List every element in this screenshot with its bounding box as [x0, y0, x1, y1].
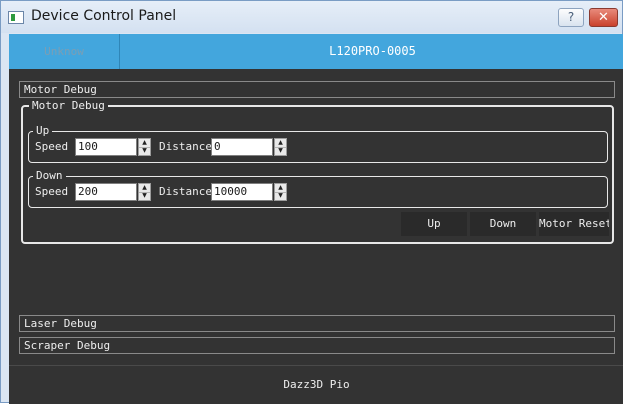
device-control-panel-window: Device Control Panel ? ✕ Unknow L120PRO-… — [0, 0, 623, 404]
up-speed-field[interactable]: 100 — [75, 138, 137, 156]
laser-debug-header[interactable]: Laser Debug — [19, 315, 615, 332]
device-topbar: Unknow L120PRO-0005 — [9, 34, 623, 69]
up-speed-spinner[interactable]: ▲ ▼ — [138, 138, 151, 156]
motor-up-button[interactable]: Up — [401, 212, 467, 236]
down-speed-field[interactable]: 200 — [75, 183, 137, 201]
help-button[interactable]: ? — [558, 8, 584, 27]
motor-debug-header[interactable]: Motor Debug — [19, 81, 615, 98]
scraper-debug-header[interactable]: Scraper Debug — [19, 337, 615, 354]
window-title: Device Control Panel — [31, 8, 177, 24]
app-window-icon — [8, 11, 24, 24]
connection-status-tab[interactable]: Unknow — [9, 34, 120, 69]
motor-debug-group-title: Motor Debug — [29, 98, 108, 113]
down-speed-label: Speed — [35, 185, 69, 198]
footer-label: Dazz3D Pio — [9, 365, 623, 404]
down-distance-spinner[interactable]: ▲ ▼ — [274, 183, 287, 201]
down-group: Down Speed 200 ▲ ▼ Distance 10000 ▲ ▼ — [28, 168, 608, 208]
close-button[interactable]: ✕ — [589, 8, 618, 27]
up-speed-label: Speed — [35, 140, 69, 153]
up-distance-label: Distance — [159, 140, 212, 153]
up-distance-spinner[interactable]: ▲ ▼ — [274, 138, 287, 156]
up-group: Up Speed 100 ▲ ▼ Distance 0 ▲ ▼ — [28, 123, 608, 163]
down-distance-label: Distance — [159, 185, 212, 198]
up-group-title: Up — [33, 123, 53, 138]
down-distance-field[interactable]: 10000 — [211, 183, 273, 201]
down-speed-spinner[interactable]: ▲ ▼ — [138, 183, 151, 201]
spin-down-icon[interactable]: ▼ — [275, 192, 286, 200]
title-bar[interactable]: Device Control Panel ? ✕ — [1, 1, 622, 33]
device-name-tab[interactable]: L120PRO-0005 — [121, 34, 623, 69]
up-distance-field[interactable]: 0 — [211, 138, 273, 156]
spin-down-icon[interactable]: ▼ — [139, 147, 150, 155]
motor-reset-button[interactable]: Motor Reset — [539, 212, 609, 236]
panel-content: Unknow L120PRO-0005 Motor Debug Motor De… — [9, 34, 623, 404]
down-group-title: Down — [33, 168, 66, 183]
motor-down-button[interactable]: Down — [470, 212, 536, 236]
spin-down-icon[interactable]: ▼ — [139, 192, 150, 200]
spin-down-icon[interactable]: ▼ — [275, 147, 286, 155]
